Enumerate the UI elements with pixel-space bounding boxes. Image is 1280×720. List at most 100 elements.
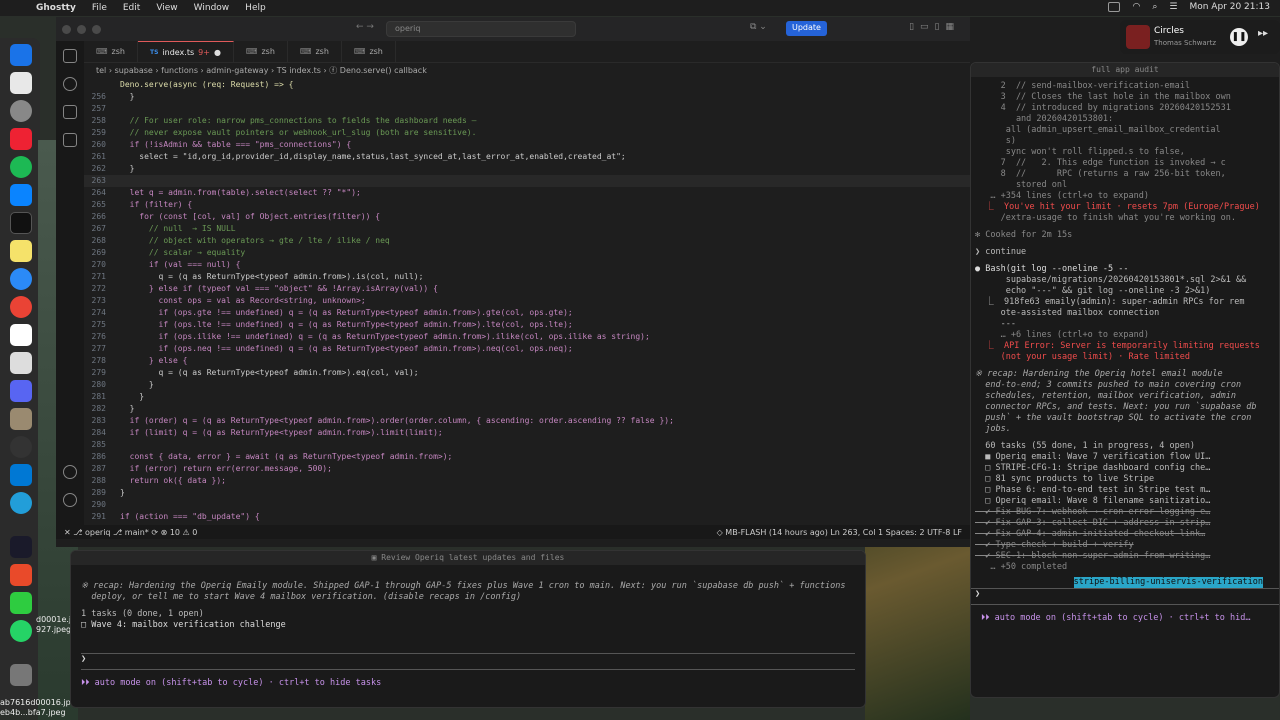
whatsapp-icon[interactable] — [10, 620, 32, 642]
control-center-icon[interactable]: ☰ — [1169, 2, 1177, 12]
tab-zsh[interactable]: ⌨ zsh — [288, 41, 342, 62]
safari-icon[interactable] — [10, 268, 32, 290]
terminal-line: ⎿ You've hit your limit · resets 7pm (Eu… — [975, 202, 1260, 212]
notion-icon[interactable] — [10, 324, 32, 346]
nav-arrows-icon[interactable]: ← → — [356, 22, 374, 32]
menu-view[interactable]: View — [156, 3, 177, 13]
tab-zsh[interactable]: ⌨ zsh — [234, 41, 288, 62]
tasks-header: 1 tasks (0 done, 1 open) — [81, 609, 204, 619]
tab-zsh[interactable]: ⌨ zsh — [342, 41, 396, 62]
line-number: 262 — [91, 164, 106, 173]
account-icon[interactable] — [63, 465, 77, 479]
terminal-line: ⎿ 918fe63 emaily(admin): super-admin RPC… — [975, 297, 1245, 307]
terminal-line: stored onl — [975, 180, 1068, 190]
extensions-icon[interactable] — [63, 133, 77, 147]
trash-icon[interactable] — [10, 664, 32, 686]
code-line: 265 if (filter) { — [84, 199, 970, 211]
line-number: 260 — [91, 140, 106, 149]
desktop-file[interactable]: ab7616d00016.jpeg — [0, 698, 81, 707]
tab-index-ts[interactable]: TS index.ts 9+ ● — [137, 41, 234, 62]
clock[interactable]: Mon Apr 20 21:13 — [1189, 2, 1270, 12]
notes-icon[interactable] — [10, 240, 32, 262]
code-editor[interactable]: Deno.serve(async (req: Request) => { 256… — [84, 79, 970, 525]
status-left[interactable]: ✕ ⎇ operiq ⎇ main* ⟳ ⊗ 10 ⚠ 0 — [64, 528, 197, 537]
menu-edit[interactable]: Edit — [123, 3, 140, 13]
code-text: // For user role: narrow pms_connections… — [120, 116, 477, 125]
launchpad-icon[interactable] — [10, 72, 32, 94]
terminal-line: schedules, retention, mailbox verificati… — [975, 391, 1236, 401]
manage-gear-icon[interactable] — [63, 493, 77, 507]
line-number: 274 — [91, 308, 106, 317]
app-blue-icon[interactable] — [10, 184, 32, 206]
next-track-icon[interactable]: ▸▸ — [1258, 28, 1268, 39]
terminal-line: ■ Operiq email: Wave 7 verification flow… — [975, 452, 1211, 462]
code-text: if (!isAdmin && table === "pms_connectio… — [120, 140, 352, 149]
settings-icon[interactable] — [10, 100, 32, 122]
vscode-icon[interactable] — [10, 464, 32, 486]
search-icon[interactable]: ⌕ — [1152, 2, 1157, 12]
tab-zsh[interactable]: ⌨ zsh — [84, 41, 138, 62]
code-text: } — [120, 392, 145, 401]
minimize-button[interactable] — [77, 24, 86, 34]
code-text: q = (q as ReturnType<typeof admin.from>)… — [120, 368, 419, 377]
chrome-icon[interactable] — [10, 296, 32, 318]
terminal-line: 60 tasks (55 done, 1 in progress, 4 open… — [975, 441, 1196, 451]
line-number: 281 — [91, 392, 106, 401]
modified-dot-icon[interactable]: ● — [214, 48, 221, 57]
code-text: // object with operators → gte / lte / i… — [120, 236, 390, 245]
code-line: 278 } else { — [84, 355, 970, 367]
wifi-icon[interactable]: ◠ — [1132, 2, 1140, 12]
terminal-line: connector RPCs, and tests. Next: you run… — [975, 402, 1257, 412]
code-text: const { data, error } = await (q as Retu… — [120, 452, 453, 461]
prompt[interactable]: ❯ — [81, 654, 855, 665]
prompt[interactable]: ❯ — [971, 589, 1279, 600]
dock — [0, 38, 40, 710]
github-icon[interactable] — [10, 436, 32, 458]
source-control-icon[interactable] — [63, 77, 77, 91]
explorer-icon[interactable] — [63, 49, 77, 63]
app-red-icon[interactable] — [10, 128, 32, 150]
capcut-icon[interactable] — [10, 212, 32, 234]
now-playing-widget[interactable]: Circles Thomas Schwartz ❚❚ ▸▸ — [1120, 20, 1280, 54]
code-line: 269 // scalar → equality — [84, 247, 970, 259]
terminal-line: and 20260420153801: — [975, 114, 1114, 124]
messages-icon[interactable] — [10, 592, 32, 614]
menu-window[interactable]: Window — [194, 3, 230, 13]
terminal-window-right: full app audit 2 // send-mailbox-verific… — [970, 62, 1280, 698]
close-button[interactable] — [62, 24, 71, 34]
menu-app-name[interactable]: Ghostty — [36, 3, 76, 13]
spotify-icon[interactable] — [10, 156, 32, 178]
zoom-button[interactable] — [92, 24, 101, 34]
app-orange-icon[interactable] — [10, 564, 32, 586]
ghostty-icon[interactable] — [10, 536, 32, 558]
line-number: 268 — [91, 236, 106, 245]
run-debug-icon[interactable] — [63, 105, 77, 119]
pause-icon[interactable]: ❚❚ — [1230, 28, 1248, 46]
status-right[interactable]: ◇ MB-FLASH (14 hours ago) Ln 263, Col 1 … — [717, 528, 962, 537]
tab-label: zsh — [315, 47, 329, 56]
terminal-line: ✔ Fix GAP-4: admin-initiated checkout li… — [975, 529, 1206, 539]
line-number: 273 — [91, 296, 106, 305]
copilot-icon[interactable]: ⧉ ⌄ — [750, 22, 767, 32]
terminal-line: … +6 lines (ctrl+o to expand) — [975, 330, 1149, 340]
command-search[interactable]: operiq — [386, 21, 576, 37]
menu-help[interactable]: Help — [245, 3, 266, 13]
terminal-title-icon: ▣ — [371, 553, 382, 562]
menu-file[interactable]: File — [92, 3, 107, 13]
breadcrumb[interactable]: tel › supabase › functions › admin-gatew… — [96, 65, 427, 76]
discord-icon[interactable] — [10, 380, 32, 402]
code-line: 284 if (limit) q = (q as ReturnType<type… — [84, 427, 970, 439]
code-text: // never expose vault pointers or webhoo… — [120, 128, 477, 137]
calendar-icon[interactable] — [10, 352, 32, 374]
layout-icons[interactable]: ▯▭▯▦ — [909, 22, 960, 32]
track-title: Circles — [1154, 26, 1184, 36]
terminal-line: (not your usage limit) · Rate limited — [975, 352, 1190, 362]
telegram-icon[interactable] — [10, 492, 32, 514]
line-number: 267 — [91, 224, 106, 233]
desktop-file[interactable]: eb4b...bfa7.jpeg — [0, 708, 66, 717]
finder-icon[interactable] — [10, 44, 32, 66]
terminal-line: □ Operiq email: Wave 8 filename sanitiza… — [975, 496, 1211, 506]
app-brown-icon[interactable] — [10, 408, 32, 430]
update-button[interactable]: Update — [786, 21, 827, 36]
window-icon[interactable] — [1108, 2, 1121, 12]
